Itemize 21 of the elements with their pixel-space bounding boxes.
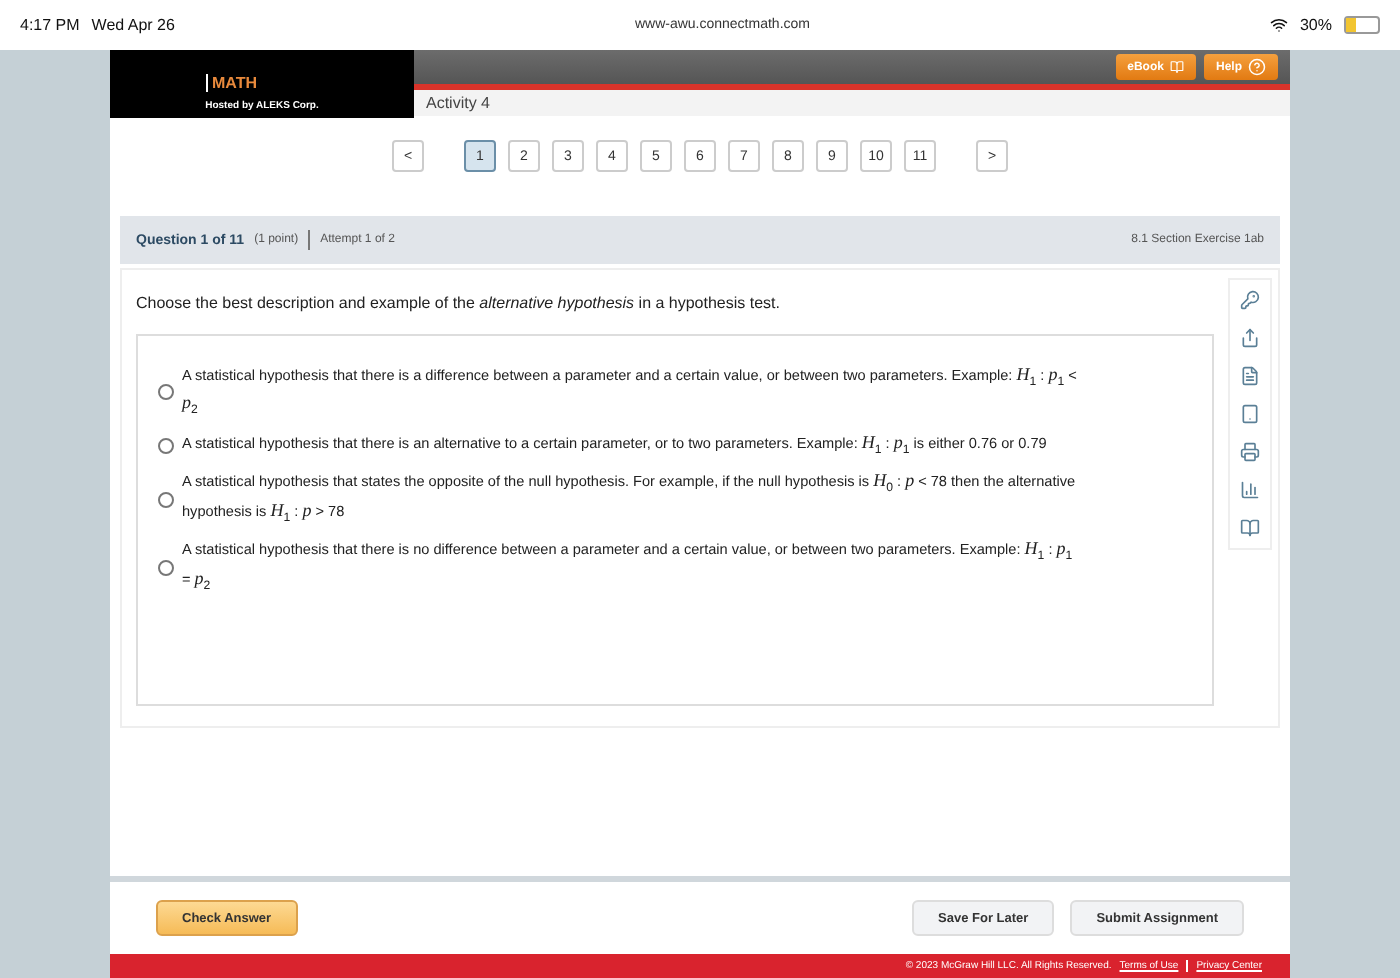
product-name: MATH [206,74,258,92]
battery-percent: 30% [1299,16,1332,34]
wifi-icon [1269,16,1288,34]
activity-title: Activity 4 [414,90,1290,116]
radio-button[interactable] [158,559,174,576]
battery-icon [1344,16,1380,34]
tablet-icon[interactable] [1240,404,1260,424]
radio-button[interactable] [158,384,174,401]
share-icon[interactable] [1240,328,1260,348]
document-icon[interactable] [1240,366,1260,386]
time: 4:17 PM [20,16,80,34]
key-icon[interactable] [1240,290,1260,310]
radio-button[interactable] [158,438,174,455]
book-icon[interactable] [1240,518,1260,538]
help-icon [1248,58,1266,76]
print-icon[interactable] [1240,442,1260,462]
date: Wed Apr 26 [91,16,175,34]
radio-button[interactable] [158,491,174,508]
book-icon [1169,60,1184,74]
bar-chart-icon[interactable] [1240,480,1260,500]
question-prompt: Choose the best description and example of the alternative hypothesis in a hypothesis test. [136,294,780,312]
